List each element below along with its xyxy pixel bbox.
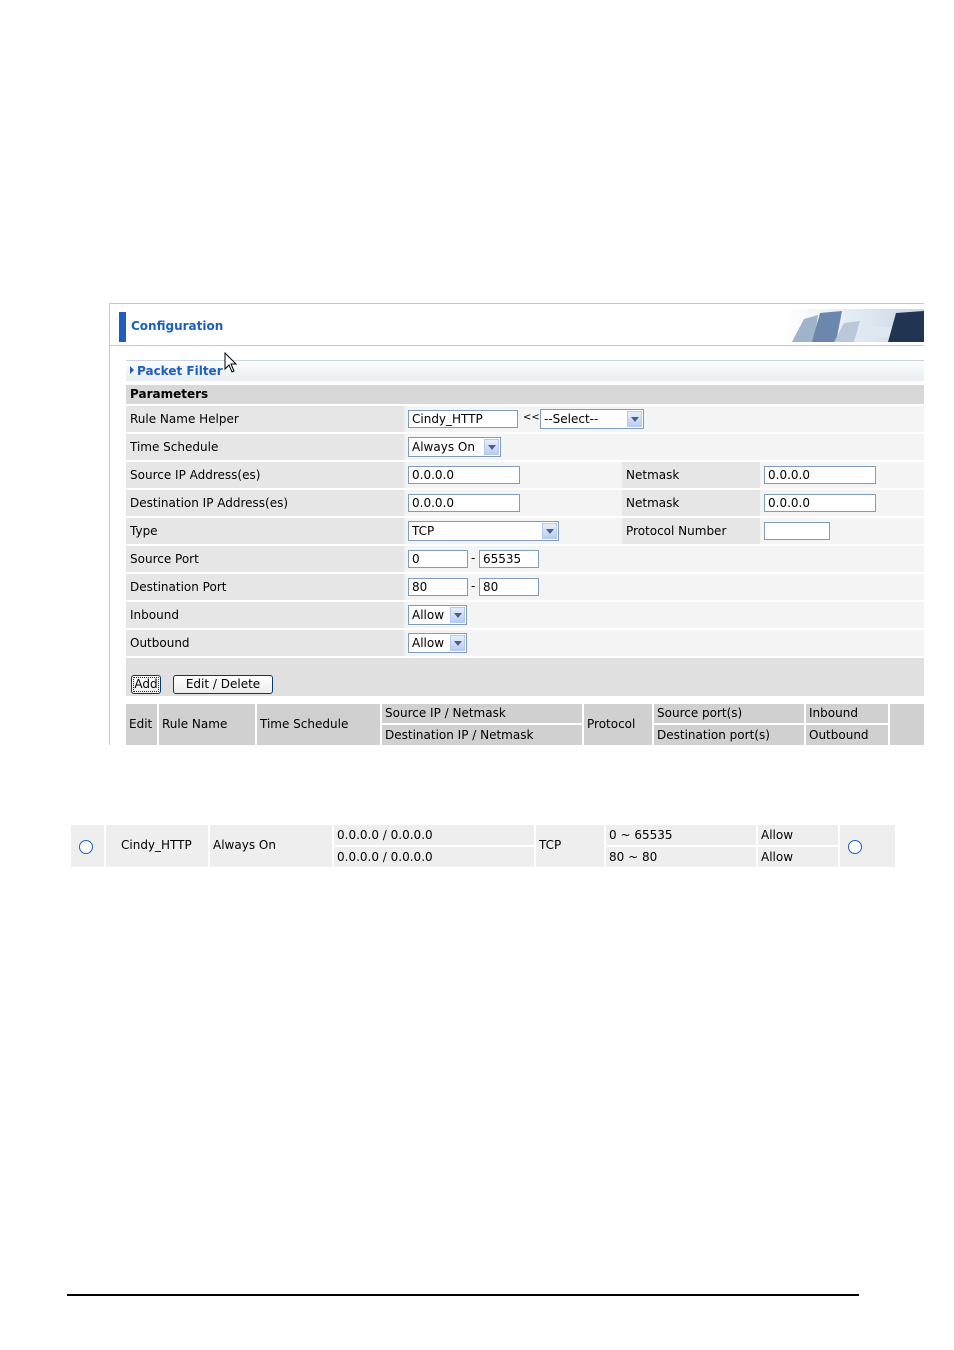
row-type: Type TCP Protocol Number <box>126 518 924 544</box>
destination-ip-label: Destination IP Address(es) <box>130 496 289 510</box>
rules-table-header: Edit Rule Name Time Schedule Source IP /… <box>126 704 924 745</box>
helper-arrows: << <box>523 412 540 423</box>
th-edit: Edit <box>126 704 157 745</box>
delete-radio[interactable] <box>848 840 862 854</box>
source-port-label: Source Port <box>130 552 199 566</box>
outbound-select[interactable]: Allow <box>408 633 467 653</box>
row-source-ip: Source IP Address(es) 0.0.0.0 Netmask 0.… <box>126 462 924 488</box>
source-ip-input[interactable]: 0.0.0.0 <box>408 466 520 484</box>
rule-name-label: Rule Name Helper <box>130 412 239 426</box>
packet-filter-bar: Packet Filter <box>126 360 924 381</box>
packet-filter-label[interactable]: Packet Filter <box>130 364 223 378</box>
mouse-cursor-icon <box>224 352 238 373</box>
source-port-from-input[interactable]: 0 <box>408 550 468 568</box>
rule-delete-cell <box>840 825 895 867</box>
chevron-down-icon <box>450 607 465 623</box>
triangle-right-icon <box>130 366 134 374</box>
time-schedule-label: Time Schedule <box>130 440 219 454</box>
edit-delete-button[interactable]: Edit / Delete <box>173 675 273 694</box>
rule-schedule-cell: Always On <box>210 825 332 867</box>
header-accent-bar <box>119 312 126 342</box>
destination-port-label: Destination Port <box>130 580 227 594</box>
destination-netmask-input[interactable]: 0.0.0.0 <box>764 494 876 512</box>
port-separator: - <box>471 551 476 565</box>
destination-port-to-input[interactable]: 80 <box>479 578 539 596</box>
th-destination-ip: Destination IP / Netmask <box>382 725 582 745</box>
th-delete <box>890 704 924 745</box>
protocol-number-input[interactable] <box>764 522 830 540</box>
rule-entry-row: Cindy_HTTP Always On 0.0.0.0 / 0.0.0.0 0… <box>71 825 895 867</box>
add-button[interactable]: Add <box>131 675 161 694</box>
rule-name-input[interactable]: Cindy_HTTP <box>408 410 518 428</box>
chevron-down-icon <box>450 635 465 651</box>
chevron-down-icon <box>627 411 642 427</box>
row-inbound: Inbound Allow <box>126 602 924 628</box>
configuration-header: Configuration <box>110 304 924 346</box>
inbound-label: Inbound <box>130 608 179 622</box>
source-port-to-input[interactable]: 65535 <box>479 550 539 568</box>
source-netmask-label: Netmask <box>626 468 680 482</box>
destination-port-from-input[interactable]: 80 <box>408 578 468 596</box>
source-netmask-input[interactable]: 0.0.0.0 <box>764 466 876 484</box>
helper-select[interactable]: --Select-- <box>540 409 644 429</box>
th-inbound: Inbound <box>806 704 888 723</box>
type-label: Type <box>130 524 158 538</box>
chevron-down-icon <box>542 523 557 539</box>
protocol-number-label: Protocol Number <box>626 524 727 538</box>
rule-source-ip-cell: 0.0.0.0 / 0.0.0.0 <box>334 825 534 845</box>
rule-protocol-cell: TCP <box>536 825 604 867</box>
row-time-schedule: Time Schedule Always On <box>126 434 924 460</box>
outbound-label: Outbound <box>130 636 190 650</box>
row-destination-ip: Destination IP Address(es) 0.0.0.0 Netma… <box>126 490 924 516</box>
destination-ip-input[interactable]: 0.0.0.0 <box>408 494 520 512</box>
parameters-header: Parameters <box>126 385 924 404</box>
inbound-select[interactable]: Allow <box>408 605 467 625</box>
source-ip-label: Source IP Address(es) <box>130 468 261 482</box>
th-time-schedule: Time Schedule <box>257 704 380 745</box>
rule-source-port-cell: 0 ~ 65535 <box>606 825 756 845</box>
banner-image <box>784 309 924 342</box>
time-schedule-select[interactable]: Always On <box>408 437 501 457</box>
type-select[interactable]: TCP <box>408 521 559 541</box>
row-destination-port: Destination Port 80 - 80 <box>126 574 924 600</box>
rule-edit-cell <box>71 825 104 867</box>
action-buttons-row: Add Edit / Delete <box>126 658 924 696</box>
chevron-down-icon <box>484 439 499 455</box>
page-title: Configuration <box>131 319 224 333</box>
th-protocol: Protocol <box>584 704 652 745</box>
rule-destination-ip-cell: 0.0.0.0 / 0.0.0.0 <box>334 847 534 867</box>
th-destination-ports: Destination port(s) <box>654 725 804 745</box>
port-separator: - <box>471 579 476 593</box>
th-outbound: Outbound <box>806 725 888 745</box>
th-source-ports: Source port(s) <box>654 704 804 723</box>
rule-outbound-cell: Allow <box>758 847 838 867</box>
th-rule-name: Rule Name <box>159 704 255 745</box>
edit-radio[interactable] <box>79 840 93 854</box>
row-rule-name: Rule Name Helper Cindy_HTTP << --Select-… <box>126 406 924 432</box>
row-outbound: Outbound Allow <box>126 630 924 656</box>
row-source-port: Source Port 0 - 65535 <box>126 546 924 572</box>
rule-name-cell: Cindy_HTTP <box>106 825 208 867</box>
rule-inbound-cell: Allow <box>758 825 838 845</box>
th-source-ip: Source IP / Netmask <box>382 704 582 723</box>
destination-netmask-label: Netmask <box>626 496 680 510</box>
footer-divider <box>67 1294 859 1296</box>
rule-destination-port-cell: 80 ~ 80 <box>606 847 756 867</box>
